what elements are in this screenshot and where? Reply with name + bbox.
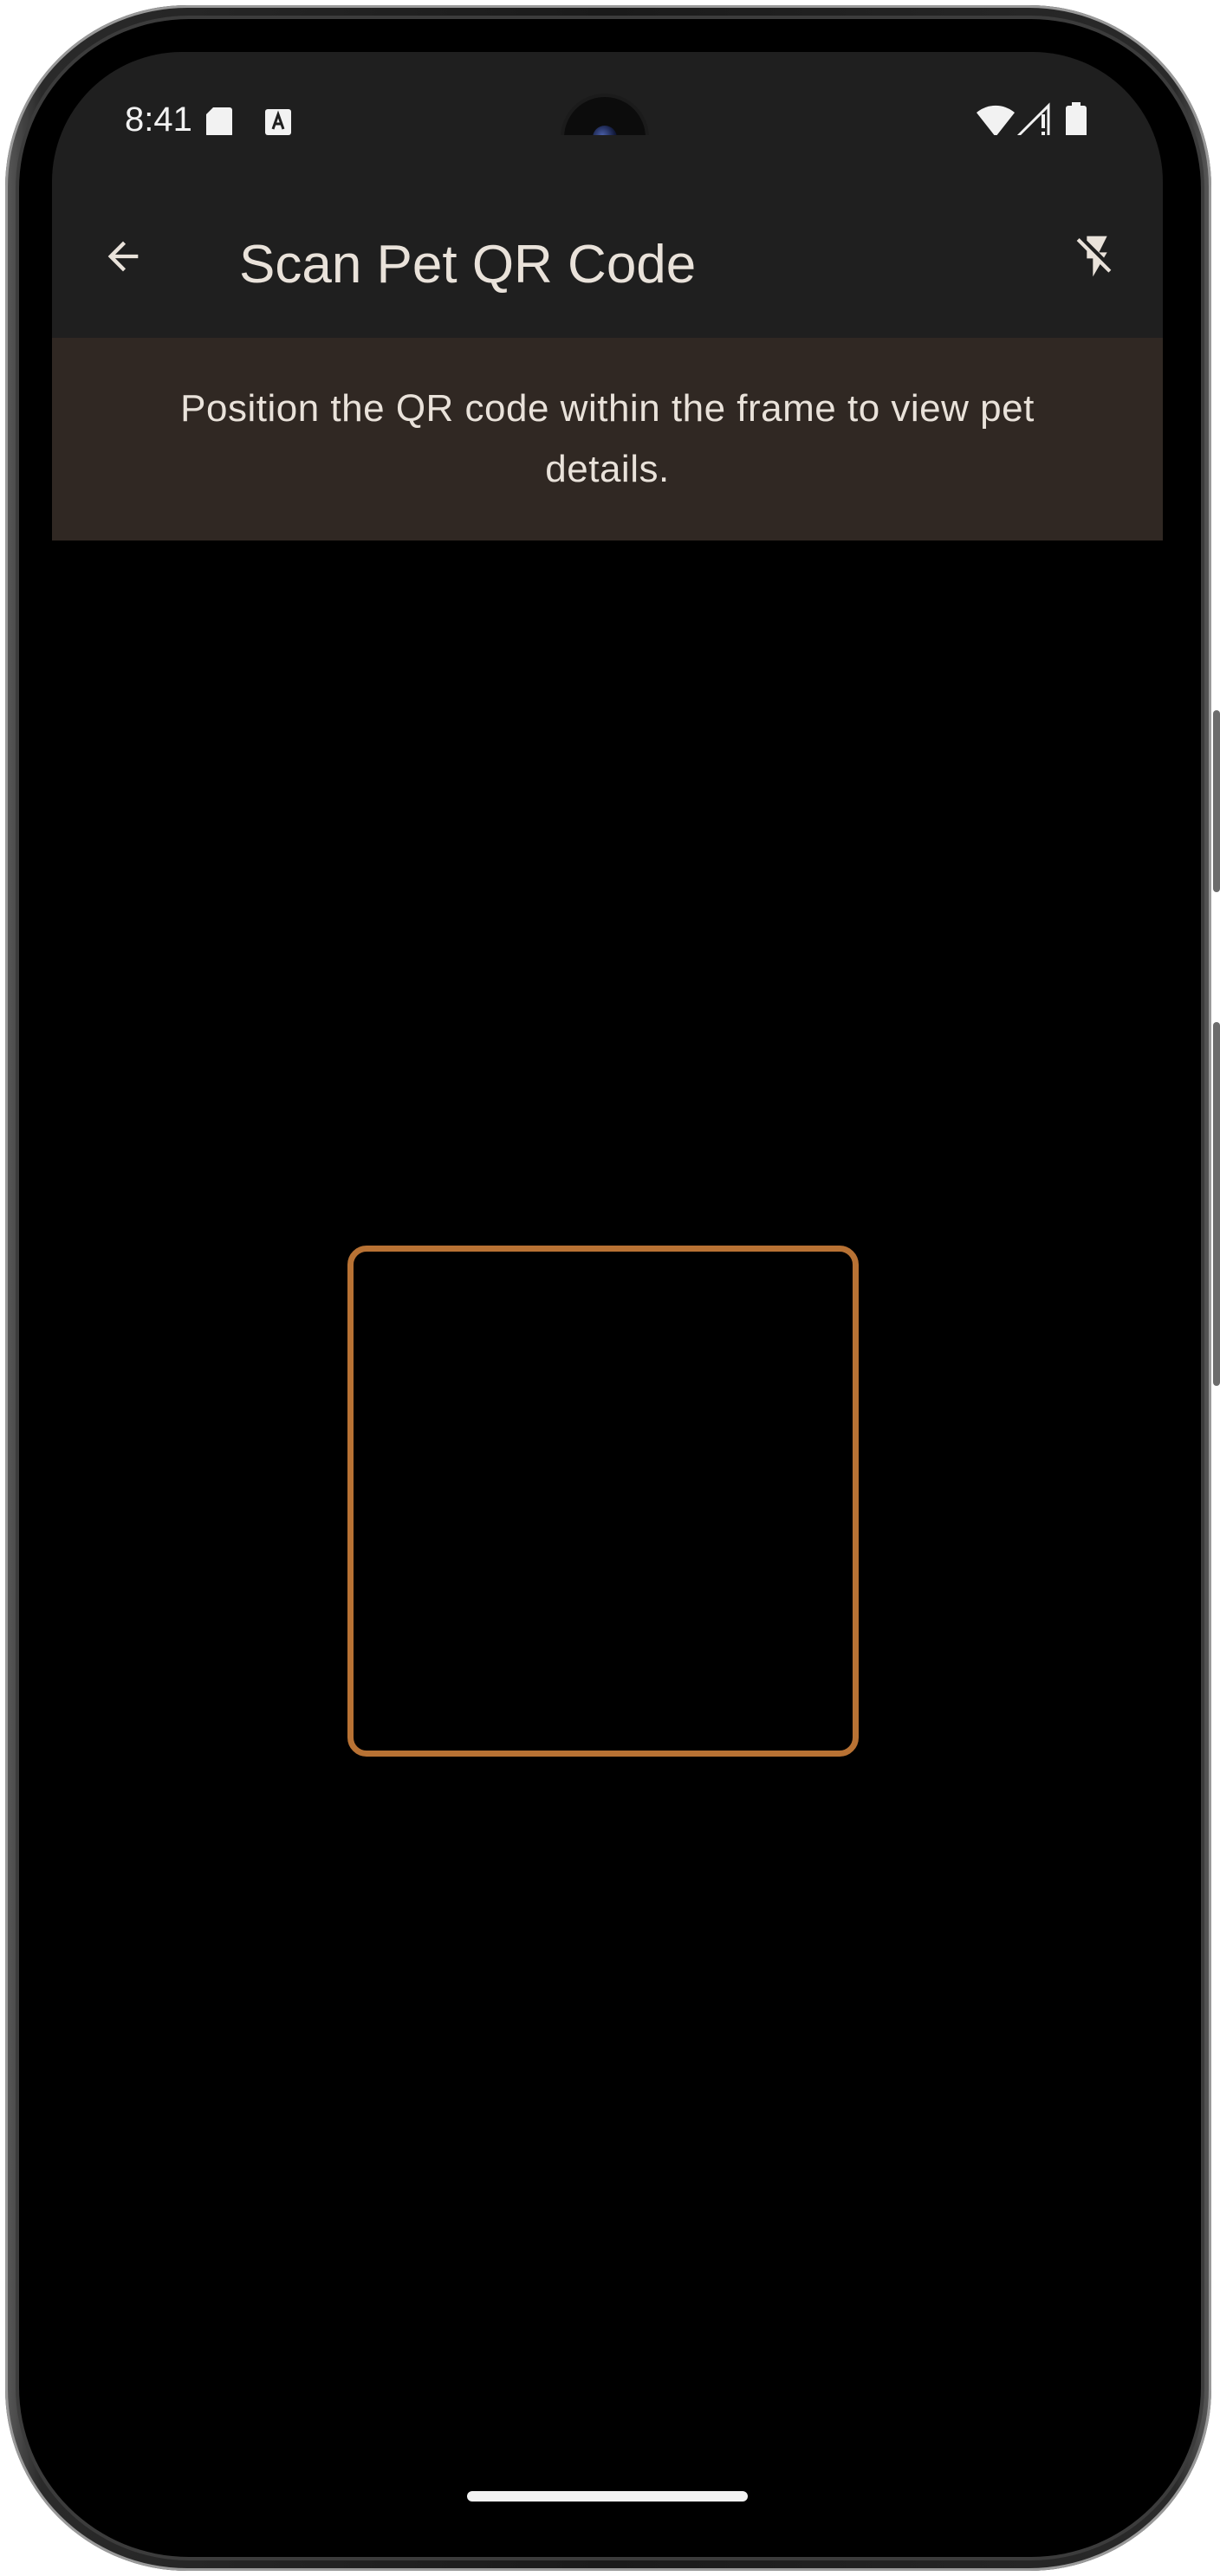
arrow-back-icon [107,241,139,272]
power-button [1213,710,1220,892]
status-bar: 8:41 [52,52,1163,178]
battery-icon [1066,102,1087,139]
signal-icon [1016,102,1050,139]
wifi-icon [977,105,1015,137]
status-time: 8:41 [125,100,192,139]
phone-device: 8:41 Scan Pet QR Code Position the QR co… [0,0,1220,2576]
sd-card-icon [206,107,232,137]
flash-off-icon [1076,236,1112,277]
home-indicator[interactable] [467,2491,748,2502]
screen: 8:41 Scan Pet QR Code Position the QR co… [52,52,1163,2529]
back-button[interactable] [95,229,151,284]
instruction-banner: Position the QR code within the frame to… [52,338,1163,540]
qr-scan-frame [347,1246,859,1757]
instruction-text: Position the QR code within the frame to… [180,387,1035,490]
flash-toggle-button[interactable] [1069,229,1125,284]
page-title: Scan Pet QR Code [239,235,697,294]
app-bar: Scan Pet QR Code [52,135,1163,338]
a-notification-icon [265,109,291,135]
volume-button [1213,1022,1220,1386]
